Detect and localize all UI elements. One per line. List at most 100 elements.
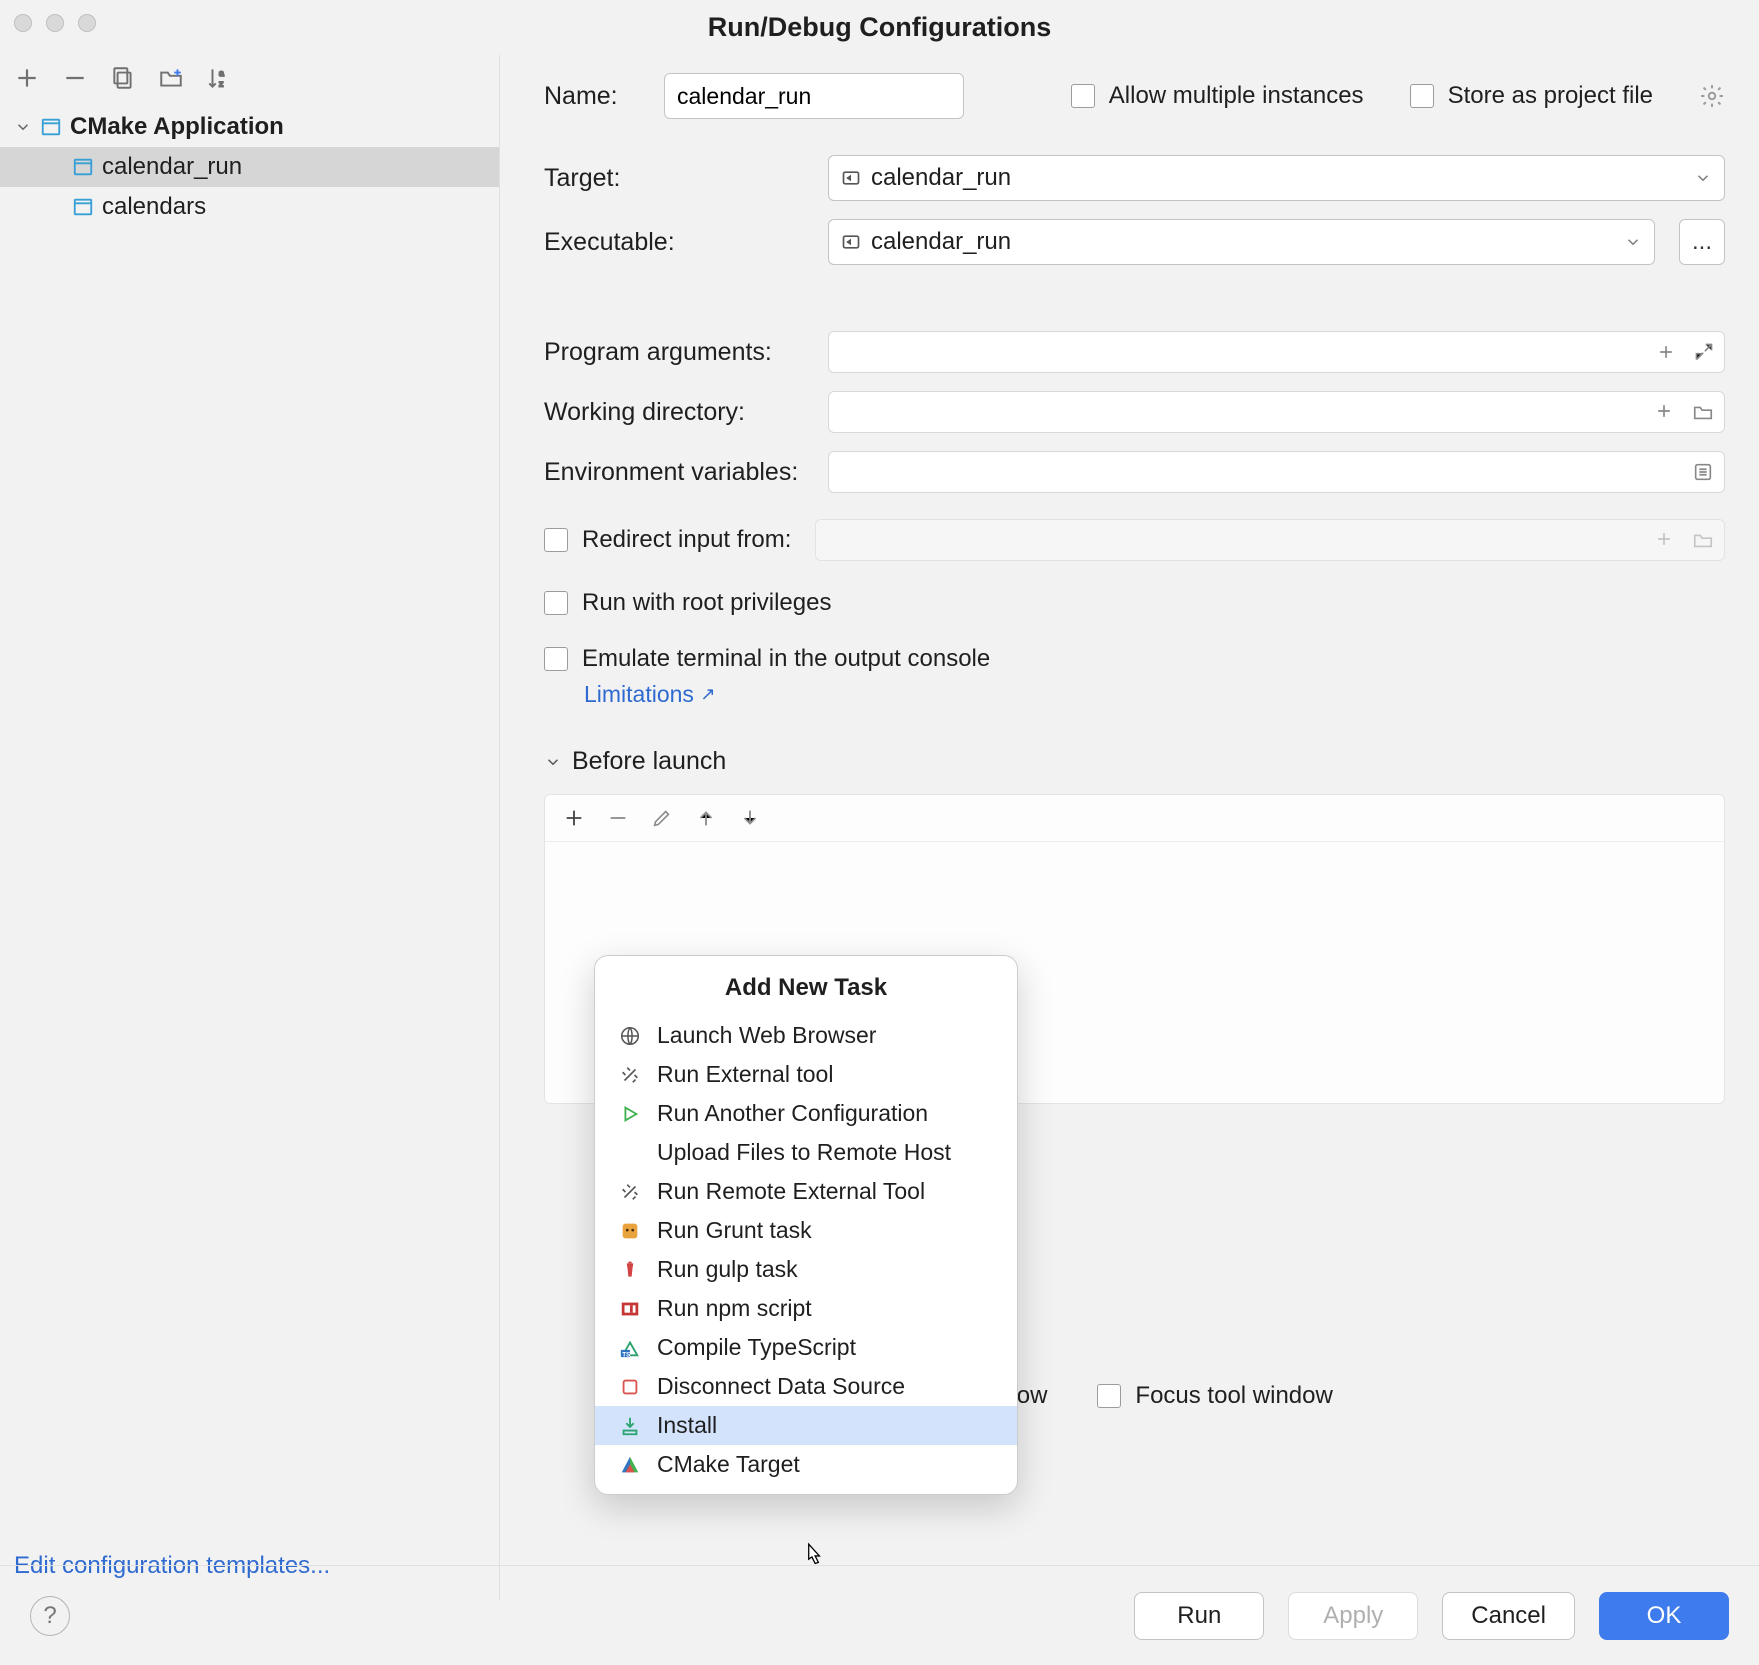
ts-icon: TS <box>617 1335 643 1361</box>
folder-icon[interactable] <box>1692 401 1714 423</box>
checkbox-box-icon <box>544 591 568 615</box>
checkbox-label: Focus tool window <box>1135 1382 1332 1410</box>
task-install[interactable]: Install <box>595 1406 1017 1445</box>
env-vars-label: Environment variables: <box>544 458 804 487</box>
task-run-grunt[interactable]: Run Grunt task <box>595 1211 1017 1250</box>
chevron-down-icon <box>1694 169 1712 187</box>
emulate-terminal-checkbox[interactable]: Emulate terminal in the output console <box>544 645 990 673</box>
executable-combo[interactable]: calendar_run <box>828 219 1655 265</box>
task-run-external-tool[interactable]: Run External tool <box>595 1055 1017 1094</box>
install-icon <box>617 1413 643 1439</box>
popup-item-label: Upload Files to Remote Host <box>657 1139 951 1166</box>
cancel-button[interactable]: Cancel <box>1442 1592 1575 1640</box>
svg-text:TS: TS <box>622 1351 631 1358</box>
checkbox-box-icon <box>544 528 568 552</box>
tools-icon <box>617 1062 643 1088</box>
focus-tool-checkbox[interactable]: Focus tool window <box>1097 1382 1332 1410</box>
edit-task-icon[interactable] <box>651 807 673 829</box>
tree-item-label: calendars <box>102 193 206 221</box>
popup-item-label: Run gulp task <box>657 1256 798 1283</box>
task-cmake-target[interactable]: CMake Target <box>595 1445 1017 1484</box>
run-button[interactable]: Run <box>1134 1592 1264 1640</box>
checkbox-label: Allow multiple instances <box>1109 82 1364 110</box>
sidebar-toolbar: az <box>0 61 499 107</box>
close-dot-icon[interactable] <box>14 14 32 32</box>
tools-icon <box>617 1179 643 1205</box>
checkbox-label: Redirect input from: <box>582 526 791 554</box>
tree-item-calendars[interactable]: calendars <box>0 187 499 227</box>
checkbox-box-icon <box>1071 84 1095 108</box>
combo-value: calendar_run <box>871 164 1011 192</box>
popup-item-label: Install <box>657 1412 717 1439</box>
cmake-app-icon <box>40 116 62 138</box>
exe-icon <box>841 232 861 252</box>
executable-label: Executable: <box>544 228 804 257</box>
task-run-remote-external-tool[interactable]: Run Remote External Tool <box>595 1172 1017 1211</box>
task-run-gulp[interactable]: Run gulp task <box>595 1250 1017 1289</box>
target-label: Target: <box>544 164 804 193</box>
plus-icon[interactable] <box>1654 401 1674 423</box>
popup-item-label: CMake Target <box>657 1451 800 1478</box>
remove-task-icon[interactable] <box>607 807 629 829</box>
zoom-dot-icon[interactable] <box>78 14 96 32</box>
store-project-checkbox[interactable]: Store as project file <box>1410 82 1653 110</box>
tree-item-calendar-run[interactable]: calendar_run <box>0 147 499 187</box>
expand-icon[interactable] <box>1694 342 1714 362</box>
folder-icon <box>1692 529 1714 551</box>
checkbox-box-icon <box>544 647 568 671</box>
checkbox-label: Store as project file <box>1448 82 1653 110</box>
redirect-input-field <box>815 519 1725 561</box>
combo-value: calendar_run <box>871 228 1011 256</box>
redirect-input-checkbox[interactable]: Redirect input from: <box>544 526 791 554</box>
working-dir-label: Working directory: <box>544 398 804 427</box>
gear-icon[interactable] <box>1699 83 1725 109</box>
plus-icon <box>1654 529 1674 551</box>
browse-executable-button[interactable]: ... <box>1679 219 1725 265</box>
section-header-label: Before launch <box>572 747 726 776</box>
working-dir-input[interactable] <box>828 391 1725 433</box>
list-icon[interactable] <box>1692 461 1714 483</box>
allow-multi-checkbox[interactable]: Allow multiple instances <box>1071 82 1364 110</box>
task-run-another-config[interactable]: Run Another Configuration <box>595 1094 1017 1133</box>
task-run-npm[interactable]: Run npm script <box>595 1289 1017 1328</box>
ok-button[interactable]: OK <box>1599 1592 1729 1640</box>
move-up-icon[interactable] <box>695 807 717 829</box>
root-priv-checkbox[interactable]: Run with root privileges <box>544 589 831 617</box>
before-launch-toolbar <box>545 795 1724 842</box>
cmake-app-icon <box>72 196 94 218</box>
apply-button[interactable]: Apply <box>1288 1592 1418 1640</box>
plus-icon[interactable] <box>1656 342 1676 362</box>
popup-item-label: Launch Web Browser <box>657 1022 876 1049</box>
cmake-icon <box>617 1452 643 1478</box>
cmake-app-icon <box>72 156 94 178</box>
task-compile-typescript[interactable]: TS Compile TypeScript <box>595 1328 1017 1367</box>
window-traffic-lights[interactable] <box>14 14 96 32</box>
tree-group-cmake[interactable]: CMake Application <box>0 107 499 147</box>
play-icon <box>617 1101 643 1127</box>
remove-config-icon[interactable] <box>62 65 88 91</box>
task-upload-files[interactable]: Upload Files to Remote Host <box>595 1133 1017 1172</box>
task-launch-web-browser[interactable]: Launch Web Browser <box>595 1016 1017 1055</box>
name-input[interactable] <box>664 73 964 119</box>
prog-args-input[interactable] <box>828 331 1725 373</box>
dialog-footer: ? Run Apply Cancel OK <box>0 1565 1759 1665</box>
move-down-icon[interactable] <box>739 807 761 829</box>
folder-plus-icon[interactable] <box>158 65 184 91</box>
tree-item-label: calendar_run <box>102 153 242 181</box>
config-tree[interactable]: CMake Application calendar_run calendars <box>0 107 499 1532</box>
popup-item-label: Run npm script <box>657 1295 812 1322</box>
add-task-icon[interactable] <box>563 807 585 829</box>
before-launch-header[interactable]: Before launch <box>544 747 1725 776</box>
copy-config-icon[interactable] <box>110 65 136 91</box>
task-disconnect-data-source[interactable]: Disconnect Data Source <box>595 1367 1017 1406</box>
sort-az-icon[interactable]: az <box>206 65 232 91</box>
add-config-icon[interactable] <box>14 65 40 91</box>
help-button[interactable]: ? <box>30 1596 70 1636</box>
limitations-link[interactable]: Limitations ↗ <box>584 681 715 707</box>
env-vars-input[interactable] <box>828 451 1725 493</box>
checkbox-label: Emulate terminal in the output console <box>582 645 990 673</box>
chevron-down-icon <box>544 753 562 771</box>
minimize-dot-icon[interactable] <box>46 14 64 32</box>
target-combo[interactable]: calendar_run <box>828 155 1725 201</box>
sidebar: az CMake Application calendar_run calend… <box>0 55 500 1600</box>
